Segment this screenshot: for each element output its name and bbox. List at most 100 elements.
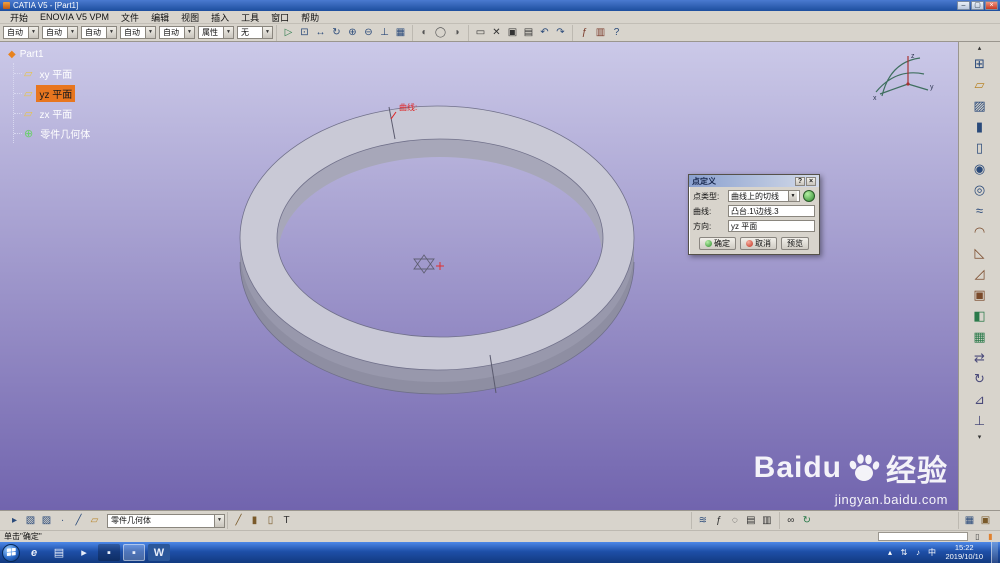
network-icon[interactable]: ⇅ xyxy=(898,547,909,559)
pocket-icon[interactable]: ▯ xyxy=(970,138,989,157)
ie-icon[interactable]: e xyxy=(23,544,45,561)
rotate-body-icon[interactable]: ↻ xyxy=(970,369,989,388)
app-window-icon-1[interactable]: ▪ xyxy=(98,544,120,561)
app-window-icon-2[interactable]: ▪ xyxy=(123,544,145,561)
reframe-icon[interactable]: ⊞ xyxy=(970,54,989,73)
dropdown-arrow-icon[interactable]: ▼ xyxy=(184,27,194,38)
language-indicator[interactable]: 中 xyxy=(926,547,937,559)
graphic-layer-combo[interactable]: 自动 ▼ xyxy=(159,26,195,39)
tree-root-part1[interactable]: ◆ Part1 xyxy=(8,46,93,63)
translate-icon[interactable]: ⇄ xyxy=(970,348,989,367)
pad-icon[interactable]: ▮ xyxy=(970,117,989,136)
tray-expand-icon[interactable]: ▴ xyxy=(884,547,895,559)
measure-icon[interactable]: ⊿ xyxy=(970,390,989,409)
menu-item-2[interactable]: 文件 xyxy=(115,11,145,24)
shaft-icon[interactable]: ◉ xyxy=(970,159,989,178)
eraser-icon[interactable]: ▯ xyxy=(263,513,278,528)
tree-item-3[interactable]: ⊕ 零件几何体 xyxy=(14,123,93,143)
shell-icon[interactable]: ▣ xyxy=(970,285,989,304)
ok-button[interactable]: 确定 xyxy=(699,237,736,250)
menu-item-4[interactable]: 视图 xyxy=(175,11,205,24)
select-arrow-icon[interactable]: ▸ xyxy=(7,513,22,528)
dropdown-arrow-icon[interactable]: ▼ xyxy=(223,27,233,38)
dialog-help-button[interactable]: ? xyxy=(795,176,805,186)
cancel-button[interactable]: 取消 xyxy=(740,237,777,250)
shaded-view-icon[interactable]: ◐ xyxy=(417,25,432,40)
line-weight-combo[interactable]: 无 ▼ xyxy=(237,26,273,39)
start-button[interactable] xyxy=(2,543,20,562)
pattern-icon[interactable]: ▦ xyxy=(970,327,989,346)
help-whats-this-icon[interactable]: ? xyxy=(609,25,624,40)
multi-view-icon[interactable]: ▦ xyxy=(393,25,408,40)
link-icon[interactable]: ∞ xyxy=(783,513,798,528)
explorer-icon[interactable]: ▤ xyxy=(48,544,70,561)
curve-input[interactable]: 凸台.1\边线.3 xyxy=(728,205,815,217)
dialog-titlebar[interactable]: 点定义 ? × xyxy=(689,175,819,187)
undo-icon[interactable]: ↶ xyxy=(537,25,552,40)
graphic-thickness-combo[interactable]: 自动 ▼ xyxy=(81,26,117,39)
hole-icon[interactable]: ◎ xyxy=(970,180,989,199)
catalog-icon[interactable]: ▥ xyxy=(593,25,608,40)
maximize-button[interactable]: ▢ xyxy=(971,1,984,10)
menu-item-7[interactable]: 窗口 xyxy=(265,11,295,24)
zoom-in-icon[interactable]: ⊕ xyxy=(345,25,360,40)
tree-item-0[interactable]: ▱ xy 平面 xyxy=(14,63,93,83)
show-desktop-button[interactable] xyxy=(991,542,998,563)
tree-item-1[interactable]: ▱ yz 平面 xyxy=(14,83,93,103)
close-button[interactable]: × xyxy=(985,1,998,10)
chart-icon[interactable]: ▥ xyxy=(759,513,774,528)
layers-icon[interactable]: ▤ xyxy=(743,513,758,528)
sketch-grid-icon[interactable]: ▨ xyxy=(39,513,54,528)
rotate-view-icon[interactable]: ↻ xyxy=(329,25,344,40)
print-icon[interactable]: ▭ xyxy=(473,25,488,40)
menu-item-3[interactable]: 编辑 xyxy=(145,11,175,24)
rib-icon[interactable]: ≈ xyxy=(970,201,989,220)
dropdown-arrow-icon[interactable]: ▼ xyxy=(262,27,272,38)
scroll-down-icon[interactable]: ▾ xyxy=(974,432,986,441)
graphic-linetype-combo[interactable]: 自动 ▼ xyxy=(42,26,78,39)
hide-show-icon[interactable]: ◑ xyxy=(449,25,464,40)
volume-icon[interactable]: ♪ xyxy=(912,547,923,559)
chamfer-icon[interactable]: ◺ xyxy=(970,243,989,262)
brush-icon[interactable]: ▮ xyxy=(247,513,262,528)
graphic-point-combo[interactable]: 自动 ▼ xyxy=(120,26,156,39)
text-tool-icon[interactable]: T xyxy=(279,513,294,528)
title-bar[interactable]: CATIA V5 - [Part1] – ▢ × xyxy=(0,0,1000,11)
ring-solid[interactable] xyxy=(239,105,635,395)
minimize-button[interactable]: – xyxy=(957,1,970,10)
media-player-icon[interactable]: ▸ xyxy=(73,544,95,561)
menu-item-8[interactable]: 帮助 xyxy=(295,11,325,24)
fog-icon[interactable]: ≋ xyxy=(695,513,710,528)
status-doc-icon[interactable]: ▯ xyxy=(972,532,983,542)
fillet-icon[interactable]: ◠ xyxy=(970,222,989,241)
sketcher-icon[interactable]: ▨ xyxy=(970,96,989,115)
fly-mode-icon[interactable]: ▷ xyxy=(281,25,296,40)
power-input-field[interactable] xyxy=(878,532,968,541)
magnifier-icon[interactable]: ◌ xyxy=(727,513,742,528)
draft-icon[interactable]: ◿ xyxy=(970,264,989,283)
normal-view-icon[interactable]: ⊥ xyxy=(377,25,392,40)
menu-item-5[interactable]: 插入 xyxy=(205,11,235,24)
menu-item-1[interactable]: ENOVIA V5 VPM xyxy=(34,12,115,22)
dropdown-arrow-icon[interactable]: ▼ xyxy=(106,27,116,38)
mirror-icon[interactable]: ◧ xyxy=(970,306,989,325)
graphic-render-combo[interactable]: 属性 ▼ xyxy=(198,26,234,39)
axis-system-icon[interactable]: ⊥ xyxy=(970,411,989,430)
view-cube-icon[interactable]: ▧ xyxy=(23,513,38,528)
menu-item-0[interactable]: 开始 xyxy=(4,11,34,24)
word-icon[interactable]: W xyxy=(148,544,170,561)
dropdown-arrow-icon[interactable]: ▼ xyxy=(145,27,155,38)
body-selector-combo[interactable]: 零件几何体 ▼ xyxy=(107,513,225,528)
direction-input[interactable]: yz 平面 xyxy=(728,220,815,232)
3d-viewport[interactable]: 曲线: z y x ◆ Part1 ▱ xy 平面 ▱ yz 平面 ▱ zx 平面 ⊕ 零件 xyxy=(0,42,958,510)
redo-icon[interactable]: ↷ xyxy=(553,25,568,40)
point-type-combo[interactable]: 曲线上的切线 ▼ xyxy=(728,190,800,202)
plane-feature-icon[interactable]: ▱ xyxy=(970,75,989,94)
taskbar-clock[interactable]: 15:22 2019/10/10 xyxy=(940,543,988,561)
plane-tool-icon[interactable]: ▱ xyxy=(87,513,102,528)
preview-button[interactable]: 预览 xyxy=(781,237,809,250)
wireframe-view-icon[interactable]: ◯ xyxy=(433,25,448,40)
dropdown-arrow-icon[interactable]: ▼ xyxy=(28,27,38,38)
copy-icon[interactable]: ▣ xyxy=(505,25,520,40)
dropdown-arrow-icon[interactable]: ▼ xyxy=(214,514,224,527)
